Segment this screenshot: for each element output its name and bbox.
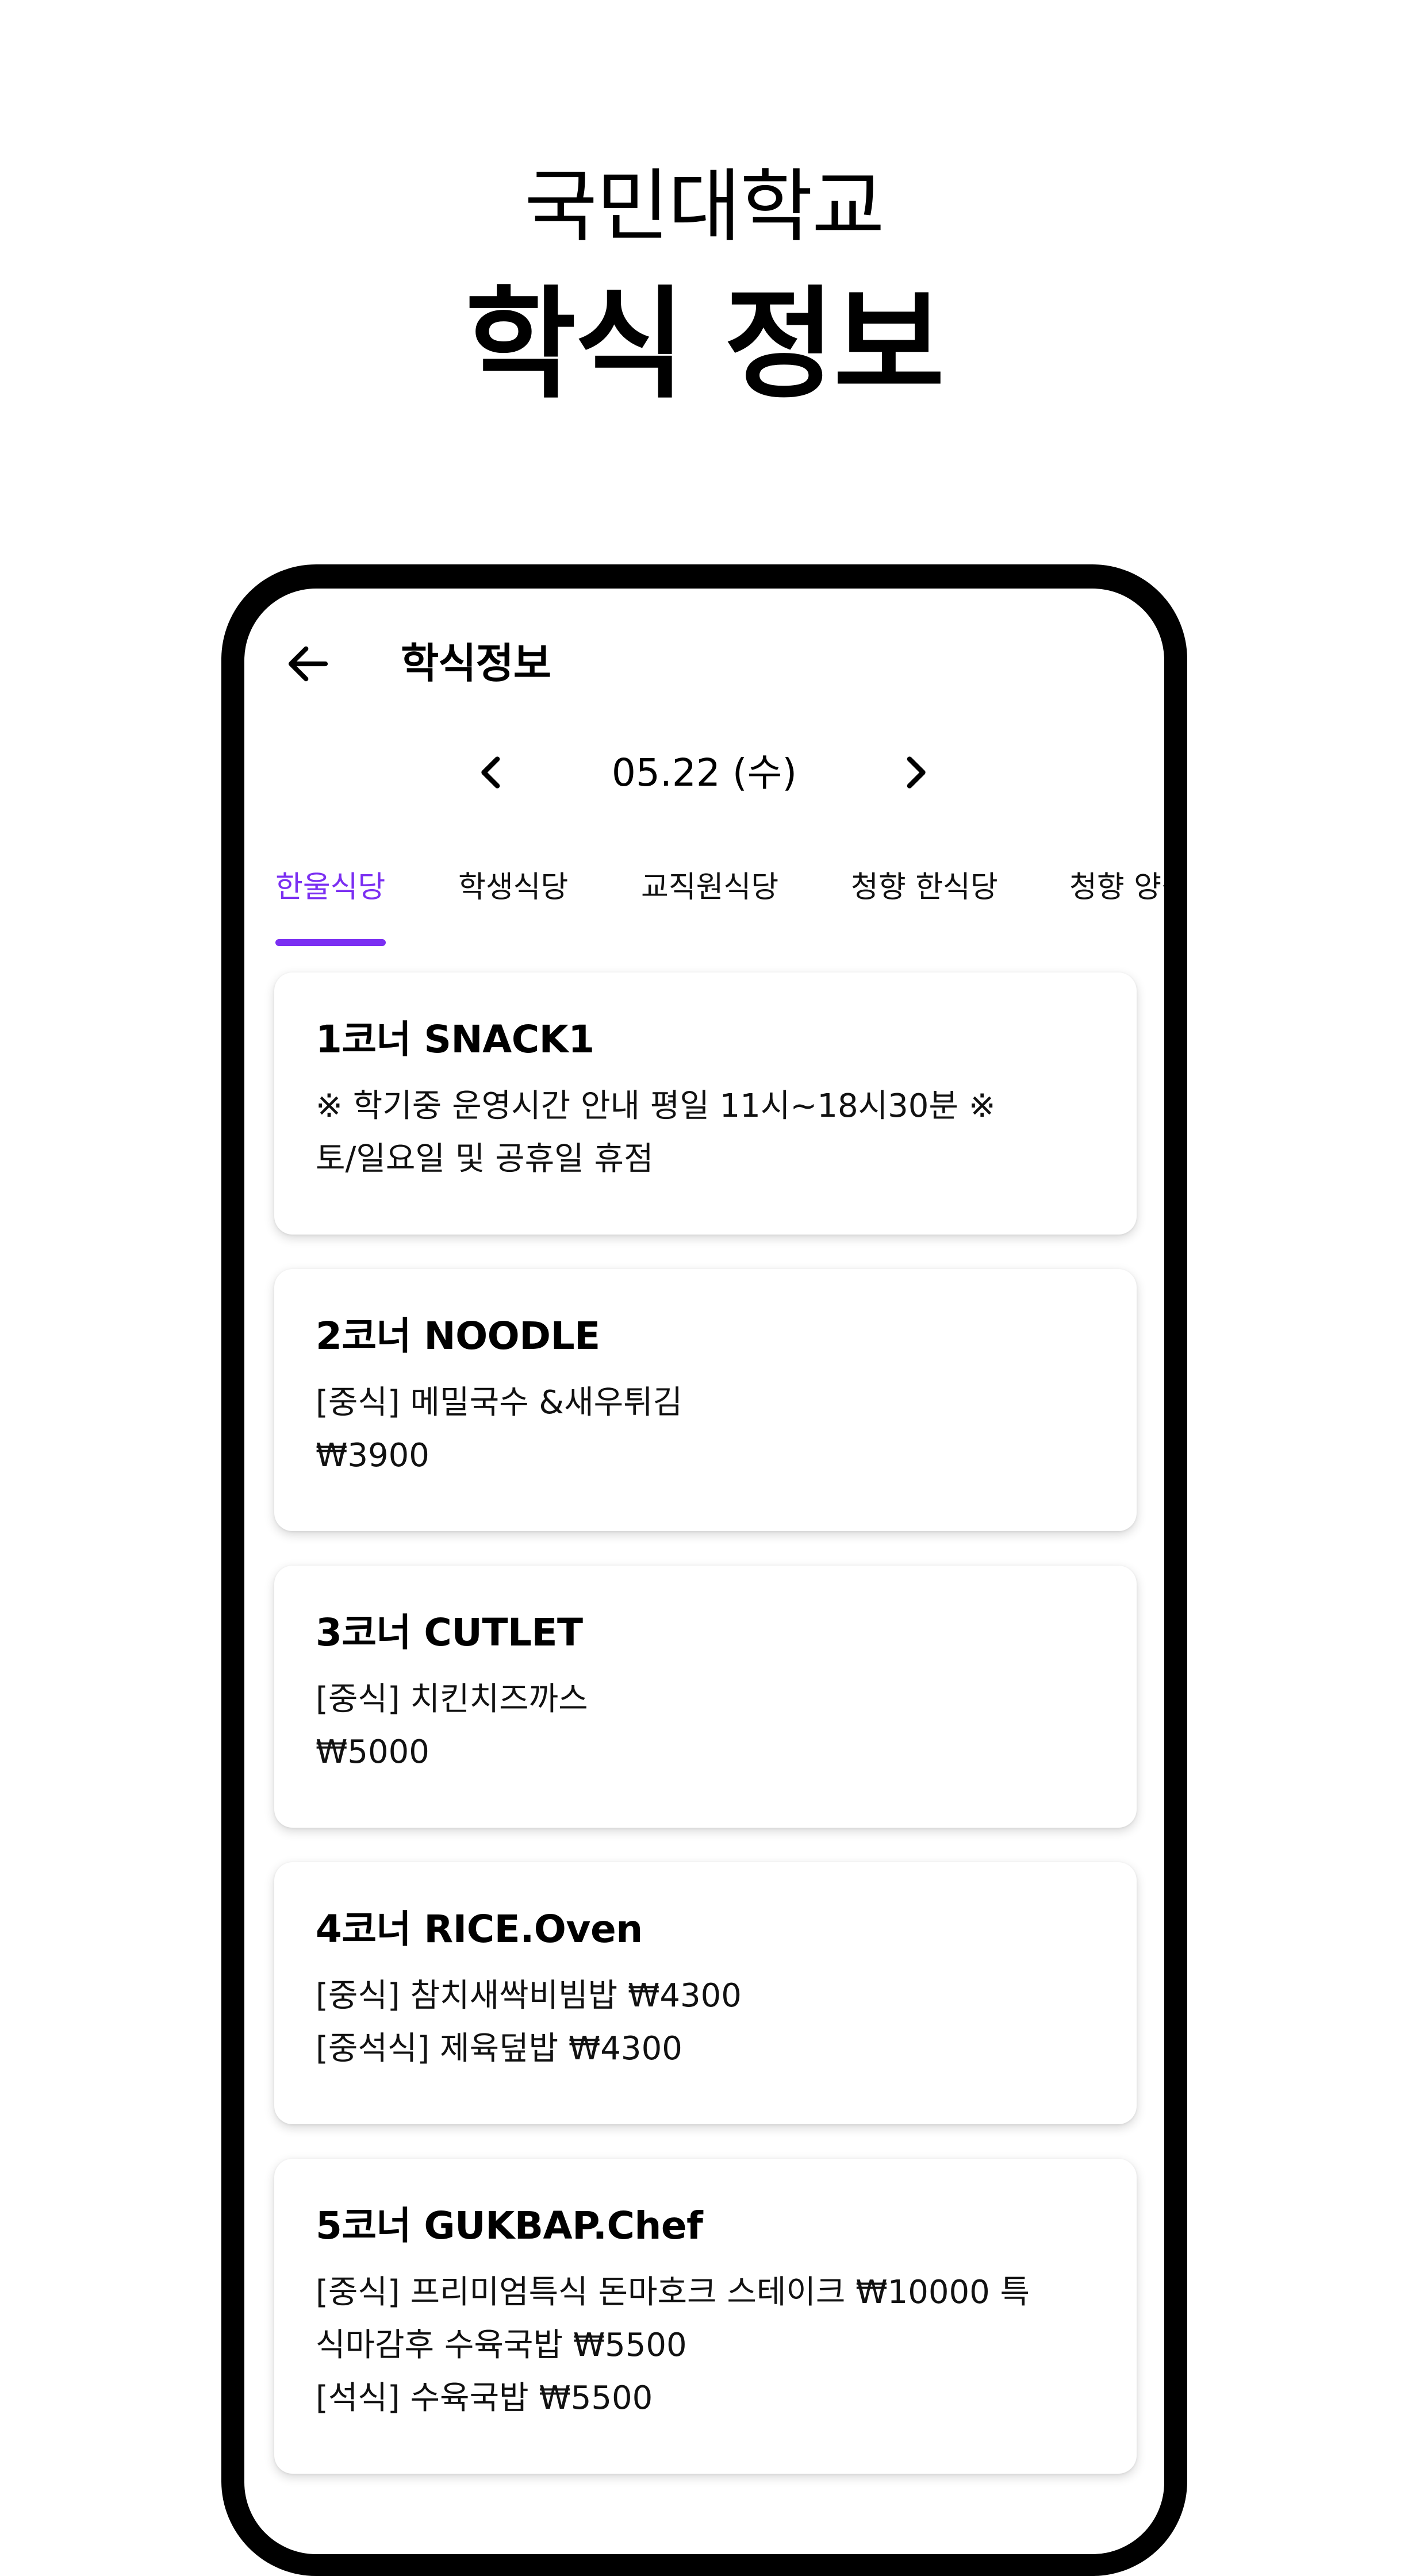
menu-card: 5코너 GUKBAP.Chef [중식] 프리미엄특식 돈마호크 스테이크 ₩1… [274,2159,1137,2474]
menu-card: 2코너 NOODLE [중식] 메밀국수 &새우튀김 ₩3900 [274,1269,1137,1531]
card-line: 식마감후 수육국밥 ₩5500 [316,2327,687,2364]
arrow-left-icon[interactable] [282,638,334,690]
card-line: [중식] 프리미엄특식 돈마호크 스테이크 ₩10000 특 [316,2274,1030,2311]
tab-student[interactable]: 학생식당 [458,859,568,916]
menu-card: 3코너 CUTLET [중식] 치킨치즈까스 ₩5000 [274,1566,1137,1828]
card-line: [석식] 수육국밥 ₩5500 [316,2379,653,2417]
card-title: 3코너 CUTLET [316,1610,583,1655]
card-line: 토/일요일 및 공휴일 휴점 [316,1140,654,1178]
tab-indicator [275,939,386,946]
card-title: 4코너 RICE.Oven [316,1907,643,1951]
chevron-right-icon[interactable] [892,749,938,795]
menu-card: 1코너 SNACK1 ※ 학기중 운영시간 안내 평일 11시~18시30분 ※… [274,972,1137,1235]
chevron-left-icon[interactable] [469,749,515,795]
restaurant-tabs: 한울식당 학생식당 교직원식당 청향 한식당 청향 양식당 [244,859,1164,945]
hero-subtitle: 국민대학교 [524,160,885,253]
card-title: 1코너 SNACK1 [316,1017,594,1062]
phone-screen: 학식정보 05.22 (수) 한울식당 학생식당 교직원식당 청향 한식당 청향… [244,589,1164,2554]
date-label: 05.22 (수) [611,751,797,795]
card-title: 2코너 NOODLE [316,1314,600,1358]
page-title: 학식정보 [401,639,551,687]
tab-cheonghyang-korean[interactable]: 청향 한식당 [851,859,998,916]
card-line: ₩5000 [316,1733,429,1771]
app-bar: 학식정보 [244,589,1164,744]
card-line: [중석식] 제육덮밥 ₩4300 [316,2030,682,2067]
tab-hanul[interactable]: 한울식당 [275,859,385,916]
card-line: ₩3900 [316,1437,429,1474]
hero-title: 학식 정보 [465,274,945,415]
card-line: [중식] 참치새싹비빔밥 ₩4300 [316,1977,742,2014]
card-line: [중식] 메밀국수 &새우튀김 [316,1384,683,1421]
tab-cheonghyang-western[interactable]: 청향 양식당 [1069,859,1164,916]
card-line: [중식] 치킨치즈까스 [316,1681,588,1718]
menu-card: 4코너 RICE.Oven [중식] 참치새싹비빔밥 ₩4300 [중석식] 제… [274,1862,1137,2124]
card-title: 5코너 GUKBAP.Chef [316,2204,703,2248]
card-line: ※ 학기중 운영시간 안내 평일 11시~18시30분 ※ [316,1087,996,1125]
tab-faculty[interactable]: 교직원식당 [641,859,778,916]
